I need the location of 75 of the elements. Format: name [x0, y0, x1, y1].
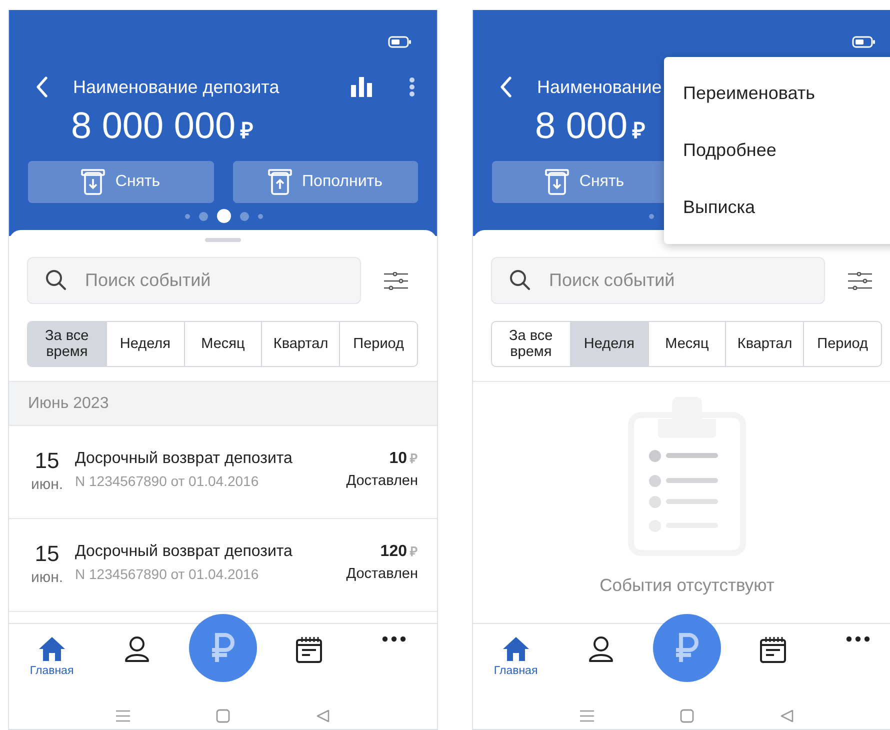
currency-sign: ₽ [410, 451, 418, 466]
search-field[interactable]: Поиск событий [491, 257, 825, 304]
chart-icon[interactable] [351, 77, 373, 97]
home-icon [38, 636, 66, 662]
square-icon[interactable] [216, 709, 230, 723]
event-amount: 10 [389, 450, 407, 467]
deposit-amount: 8 000 000 [71, 106, 236, 146]
event-number: N 1234567890 от 01.04.2016 [75, 566, 260, 582]
back-icon[interactable] [35, 76, 49, 98]
back-triangle-icon[interactable] [316, 709, 330, 723]
search-icon [509, 269, 531, 291]
battery-icon [388, 36, 412, 48]
calendar-icon [294, 636, 323, 664]
event-day: 15 [34, 541, 60, 567]
sheet-handle[interactable] [205, 238, 241, 242]
deposit-title: Наименование [537, 76, 662, 98]
nav-tab[interactable]: Главная [30, 636, 74, 677]
profile-icon [124, 636, 150, 662]
nav-tab[interactable] [846, 636, 870, 642]
event-row[interactable]: 15 июн. Досрочный возврат депозита N 1234567890 от 01.04.2016 10 ₽ Доставлен [9, 426, 437, 519]
period-tab[interactable]: Квартал [725, 322, 804, 366]
period-tab[interactable]: Период [339, 322, 417, 366]
search-field[interactable]: Поиск событий [27, 257, 361, 304]
nav-tab[interactable] [758, 636, 787, 664]
nav-tab[interactable] [294, 636, 323, 664]
nav-tab[interactable] [124, 636, 150, 662]
event-number: N 1234567890 от 01.04.2016 [75, 473, 260, 489]
period-tab[interactable]: Месяц [184, 322, 262, 366]
currency-sign: ₽ [240, 117, 254, 144]
menu-icon[interactable] [116, 710, 130, 722]
month-label: Июнь 2023 [28, 394, 109, 412]
more-icon[interactable] [409, 77, 415, 97]
event-title: Досрочный возврат депозита [75, 449, 294, 469]
period-tab[interactable]: Период [803, 322, 881, 366]
calendar-icon [758, 636, 787, 664]
event-status: Доставлен [346, 473, 418, 489]
filter-icon[interactable] [847, 272, 873, 290]
home-icon [502, 636, 530, 662]
filter-icon[interactable] [383, 272, 409, 290]
more-icon [382, 636, 406, 642]
event-month: июн. [30, 569, 64, 586]
ruble-icon [674, 632, 700, 664]
period-tab[interactable]: Неделя [106, 322, 184, 366]
nav-tab[interactable] [382, 636, 406, 642]
deposit-title: Наименование депозита [73, 76, 280, 98]
deposit-amount: 8 000 [535, 106, 628, 146]
profile-icon [588, 636, 614, 662]
currency-sign: ₽ [410, 544, 418, 559]
card-withdraw-icon [81, 169, 106, 195]
menu-item[interactable]: Переименовать [664, 65, 890, 122]
battery-icon [852, 36, 876, 48]
event-title: Досрочный возврат депозита [75, 542, 294, 562]
event-status: Доставлен [346, 566, 418, 582]
period-tab[interactable]: Неделя [570, 322, 648, 366]
square-icon[interactable] [680, 709, 694, 723]
period-tab[interactable]: Месяц [648, 322, 726, 366]
currency-sign: ₽ [632, 117, 646, 144]
menu-icon[interactable] [580, 710, 594, 722]
empty-message: События отсутствуют [600, 575, 774, 596]
nav-tab[interactable] [588, 636, 614, 662]
period-tab[interactable]: За все время [28, 322, 106, 366]
back-triangle-icon[interactable] [780, 709, 794, 723]
search-icon [45, 269, 67, 291]
period-tab[interactable]: Квартал [261, 322, 340, 366]
event-month: июн. [30, 476, 64, 493]
event-day: 15 [34, 448, 60, 474]
back-icon[interactable] [499, 76, 513, 98]
ruble-icon [210, 632, 236, 664]
event-row[interactable]: 15 июн. Досрочный возврат депозита N 1234567890 от 01.04.2016 120 ₽ Доставлен [9, 519, 437, 612]
card-deposit-icon [268, 169, 292, 195]
card-withdraw-icon [545, 169, 570, 195]
nav-tab[interactable]: Главная [494, 636, 538, 677]
period-tab[interactable]: За все время [492, 322, 570, 366]
event-amount: 120 [380, 543, 407, 560]
more-icon [846, 636, 870, 642]
